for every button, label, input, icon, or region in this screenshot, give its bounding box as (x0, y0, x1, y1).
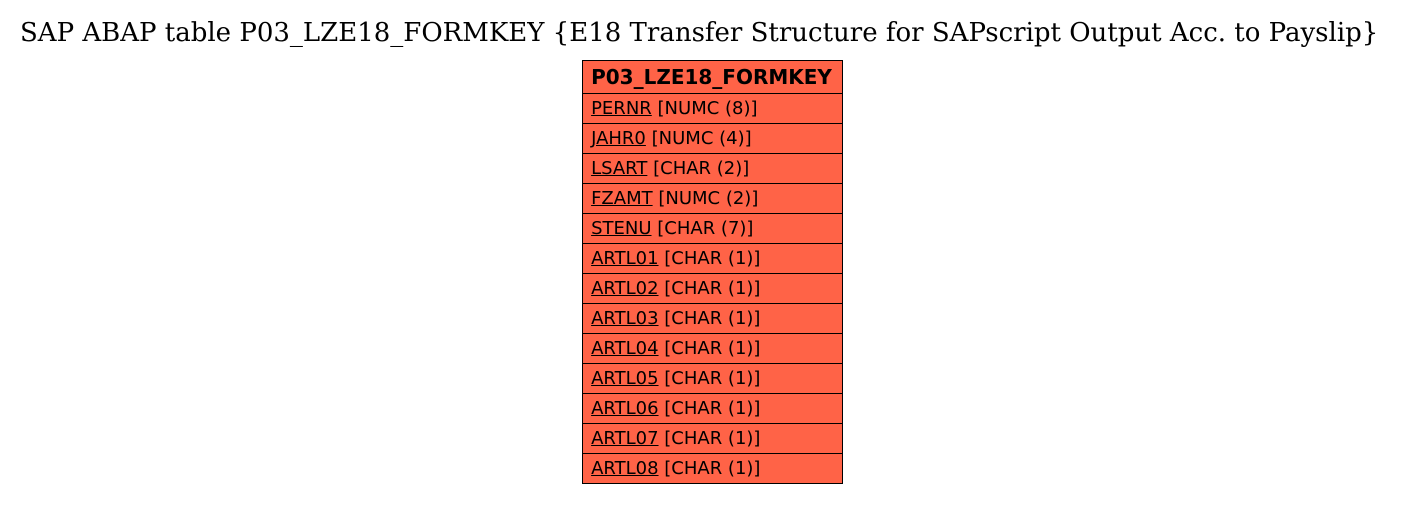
field-type: [CHAR (1)] (664, 308, 760, 329)
field-name-link[interactable]: ARTL02 (591, 278, 658, 299)
field-cell: ARTL07 [CHAR (1)] (583, 424, 843, 454)
field-type: [CHAR (2)] (653, 158, 749, 179)
table-row: ARTL06 [CHAR (1)] (583, 394, 843, 424)
field-type: [CHAR (1)] (664, 248, 760, 269)
field-name-link[interactable]: LSART (591, 158, 647, 179)
table-row: JAHR0 [NUMC (4)] (583, 124, 843, 154)
table-row: ARTL05 [CHAR (1)] (583, 364, 843, 394)
table-body: PERNR [NUMC (8)] JAHR0 [NUMC (4)] LSART … (583, 94, 843, 484)
field-cell: JAHR0 [NUMC (4)] (583, 124, 843, 154)
field-cell: STENU [CHAR (7)] (583, 214, 843, 244)
field-type: [CHAR (1)] (664, 428, 760, 449)
field-cell: PERNR [NUMC (8)] (583, 94, 843, 124)
field-name-link[interactable]: PERNR (591, 98, 652, 119)
field-type: [CHAR (1)] (664, 338, 760, 359)
table-row: ARTL03 [CHAR (1)] (583, 304, 843, 334)
table-row: ARTL07 [CHAR (1)] (583, 424, 843, 454)
field-cell: ARTL08 [CHAR (1)] (583, 454, 843, 484)
page-title: SAP ABAP table P03_LZE18_FORMKEY {E18 Tr… (20, 18, 1425, 48)
field-name-link[interactable]: ARTL05 (591, 368, 658, 389)
field-name-link[interactable]: ARTL01 (591, 248, 658, 269)
field-cell: ARTL04 [CHAR (1)] (583, 334, 843, 364)
field-name-link[interactable]: STENU (591, 218, 651, 239)
field-name-link[interactable]: ARTL04 (591, 338, 658, 359)
table-row: PERNR [NUMC (8)] (583, 94, 843, 124)
field-cell: ARTL05 [CHAR (1)] (583, 364, 843, 394)
table-header-row: P03_LZE18_FORMKEY (583, 61, 843, 94)
table-wrap: P03_LZE18_FORMKEY PERNR [NUMC (8)] JAHR0… (0, 60, 1425, 484)
field-name-link[interactable]: ARTL03 (591, 308, 658, 329)
table-row: ARTL02 [CHAR (1)] (583, 274, 843, 304)
field-name-link[interactable]: JAHR0 (591, 128, 646, 149)
field-type: [NUMC (4)] (652, 128, 752, 149)
field-type: [CHAR (1)] (664, 368, 760, 389)
field-type: [CHAR (1)] (664, 278, 760, 299)
field-name-link[interactable]: FZAMT (591, 188, 653, 209)
field-type: [CHAR (7)] (657, 218, 753, 239)
table-row: ARTL08 [CHAR (1)] (583, 454, 843, 484)
table-row: ARTL04 [CHAR (1)] (583, 334, 843, 364)
table-row: STENU [CHAR (7)] (583, 214, 843, 244)
field-cell: LSART [CHAR (2)] (583, 154, 843, 184)
field-type: [CHAR (1)] (664, 398, 760, 419)
table-row: LSART [CHAR (2)] (583, 154, 843, 184)
page: SAP ABAP table P03_LZE18_FORMKEY {E18 Tr… (0, 0, 1425, 484)
field-cell: ARTL06 [CHAR (1)] (583, 394, 843, 424)
field-cell: ARTL02 [CHAR (1)] (583, 274, 843, 304)
abap-table: P03_LZE18_FORMKEY PERNR [NUMC (8)] JAHR0… (582, 60, 843, 484)
table-name-header: P03_LZE18_FORMKEY (583, 61, 843, 94)
field-type: [CHAR (1)] (664, 458, 760, 479)
table-row: ARTL01 [CHAR (1)] (583, 244, 843, 274)
table-row: FZAMT [NUMC (2)] (583, 184, 843, 214)
field-name-link[interactable]: ARTL06 (591, 398, 658, 419)
field-cell: ARTL01 [CHAR (1)] (583, 244, 843, 274)
field-cell: FZAMT [NUMC (2)] (583, 184, 843, 214)
field-type: [NUMC (2)] (658, 188, 758, 209)
field-cell: ARTL03 [CHAR (1)] (583, 304, 843, 334)
field-type: [NUMC (8)] (658, 98, 758, 119)
field-name-link[interactable]: ARTL08 (591, 458, 658, 479)
field-name-link[interactable]: ARTL07 (591, 428, 658, 449)
